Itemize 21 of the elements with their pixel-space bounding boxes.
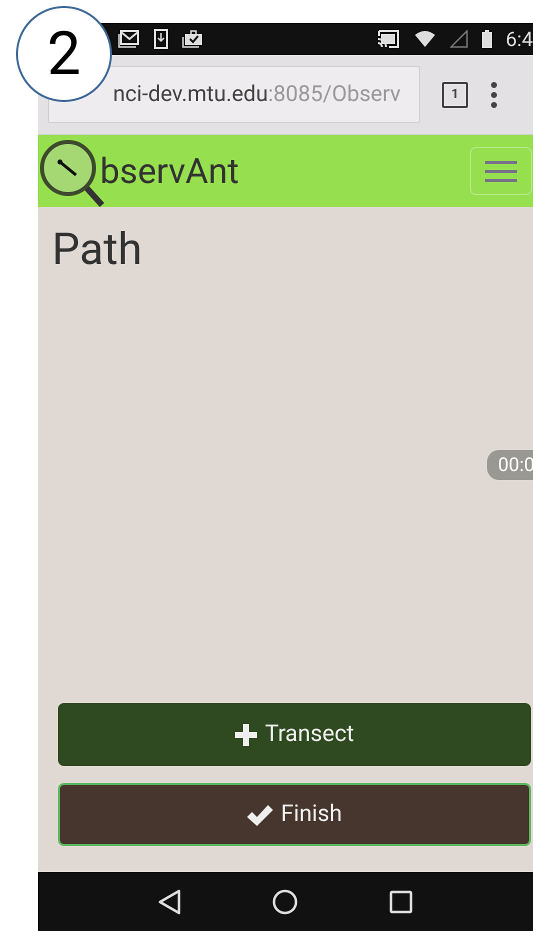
figure-number-label: 2 (16, 6, 112, 102)
clock-time: 6:4 (506, 29, 533, 49)
add-transect-button[interactable]: Transect (58, 703, 531, 766)
wifi-icon (414, 30, 436, 48)
mail-icon (118, 30, 140, 48)
plus-icon (234, 724, 257, 746)
tab-switcher-button[interactable]: 1 (442, 82, 468, 108)
check-icon (246, 804, 273, 826)
app-name: bservAnt (100, 154, 240, 188)
signal-icon (450, 30, 468, 48)
recents-icon[interactable] (388, 890, 413, 914)
battery-icon (482, 30, 492, 48)
menu-toggle-button[interactable] (470, 147, 532, 195)
back-icon[interactable] (158, 888, 182, 914)
home-icon[interactable] (272, 888, 298, 914)
page-title: Path (52, 227, 142, 271)
briefcase-check-icon (182, 30, 204, 48)
finish-button[interactable]: Finish (58, 783, 531, 846)
download-icon (154, 29, 168, 49)
cast-icon (376, 30, 400, 48)
more-options-icon[interactable] (490, 82, 498, 108)
